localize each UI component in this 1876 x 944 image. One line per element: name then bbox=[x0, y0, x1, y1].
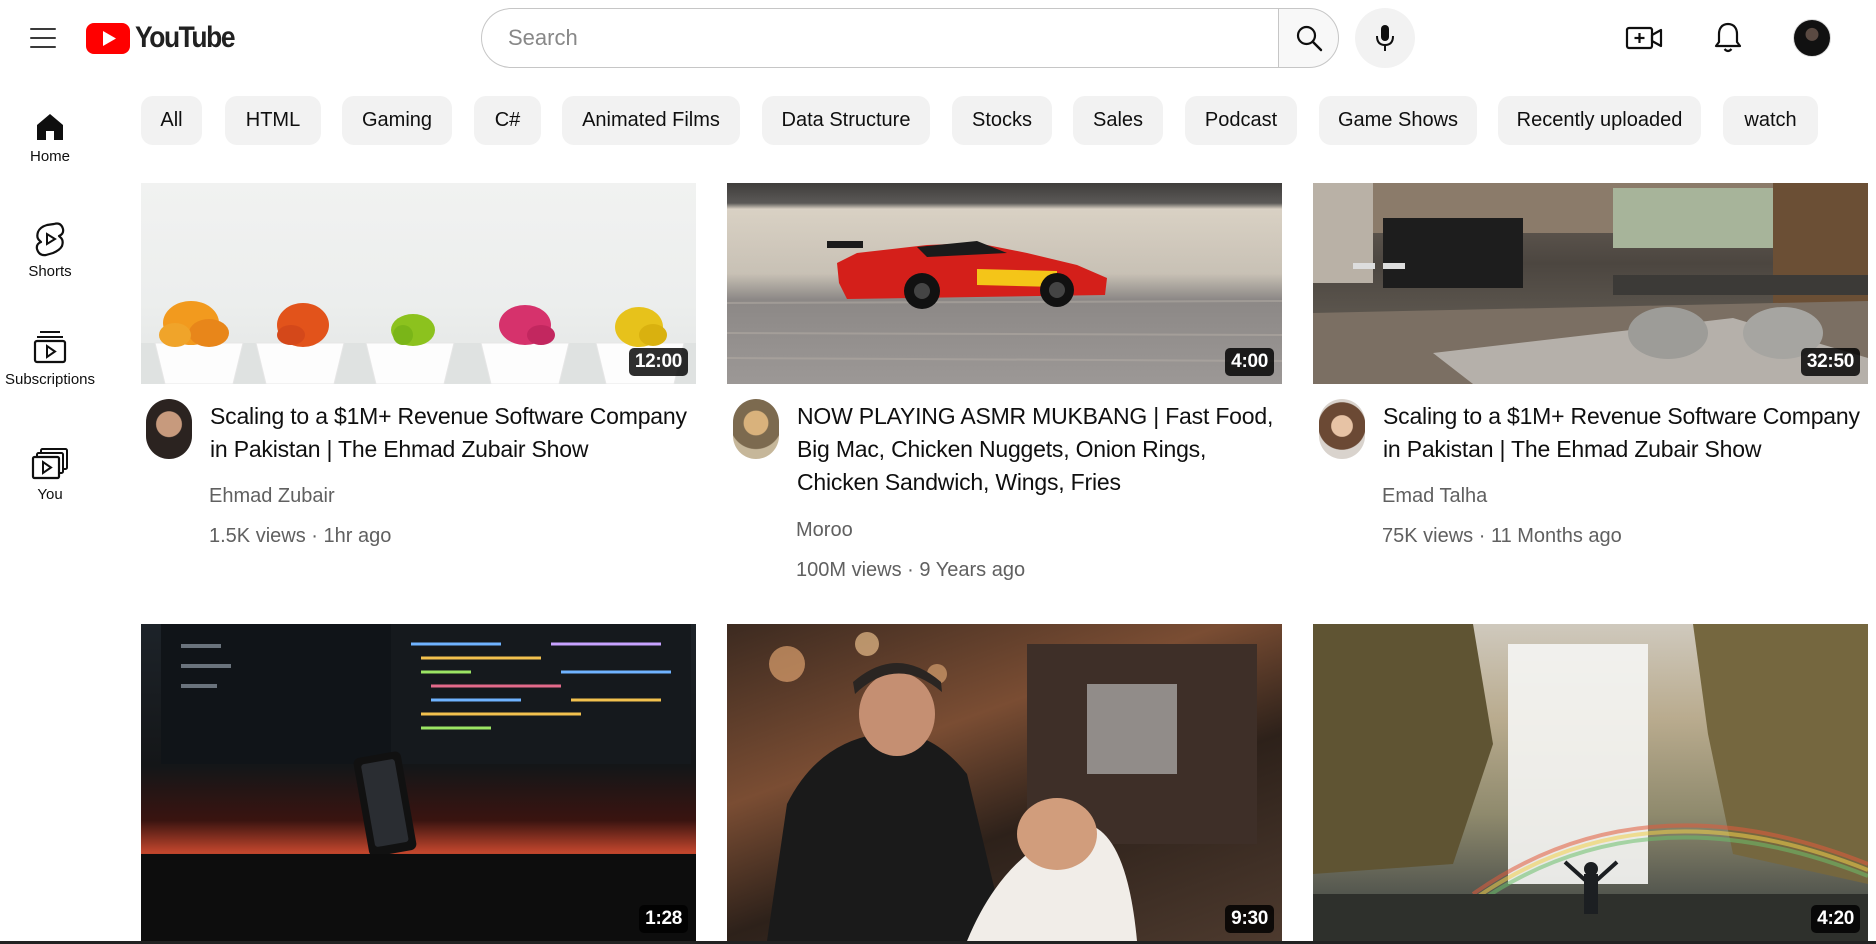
channel-avatar[interactable] bbox=[146, 399, 192, 459]
video-duration: 4:20 bbox=[1811, 905, 1860, 933]
video-title[interactable]: NOW PLAYING ASMR MUKBANG | Fast Food, Bi… bbox=[797, 400, 1292, 499]
chip-animated-films[interactable]: Animated Films bbox=[562, 96, 740, 145]
channel-avatar[interactable] bbox=[1319, 399, 1365, 459]
notifications-button[interactable] bbox=[1708, 16, 1748, 60]
bell-icon bbox=[1714, 22, 1742, 53]
sidebar-item-home[interactable]: Home bbox=[0, 112, 100, 165]
subscriptions-icon bbox=[33, 331, 67, 364]
video-metadata: 75K views · 11 Months ago bbox=[1382, 525, 1622, 548]
video-metadata: 1.5K views · 1hr ago bbox=[209, 525, 391, 548]
channel-name[interactable]: Moroo bbox=[796, 519, 853, 542]
waterfall-illustration bbox=[1313, 624, 1868, 941]
race-car-illustration bbox=[727, 241, 1282, 362]
channel-avatar[interactable] bbox=[733, 399, 779, 459]
video-title[interactable]: Scaling to a $1M+ Revenue Software Compa… bbox=[210, 400, 705, 466]
chip-data-structure[interactable]: Data Structure bbox=[762, 96, 930, 145]
sidebar-item-label: You bbox=[37, 486, 63, 503]
cactus-pots-illustration bbox=[141, 301, 696, 384]
video-title[interactable]: Scaling to a $1M+ Revenue Software Compa… bbox=[1383, 400, 1876, 466]
video-duration: 1:28 bbox=[639, 905, 688, 933]
search-button[interactable] bbox=[1278, 8, 1339, 68]
video-thumbnail[interactable]: 9:30 bbox=[727, 624, 1282, 941]
microphone-icon bbox=[1376, 25, 1394, 51]
sidebar-item-you[interactable]: You bbox=[0, 448, 100, 503]
view-count: 100M views bbox=[796, 559, 902, 581]
kitchen-interior-illustration bbox=[1313, 183, 1868, 384]
top-bar: YouTube bbox=[0, 0, 1876, 76]
search-icon bbox=[1296, 25, 1322, 52]
chip-recently-uploaded[interactable]: Recently uploaded bbox=[1498, 96, 1701, 145]
video-thumbnail[interactable]: 32:50 bbox=[1313, 183, 1868, 384]
logo-text: YouTube bbox=[135, 21, 236, 54]
voice-search-button[interactable] bbox=[1355, 8, 1415, 68]
chip-csharp[interactable]: C# bbox=[474, 96, 541, 145]
youtube-play-icon bbox=[86, 22, 130, 54]
channel-name[interactable]: Emad Talha bbox=[1382, 485, 1487, 508]
chip-watch[interactable]: watch bbox=[1723, 96, 1818, 145]
view-count: 1.5K views bbox=[209, 525, 306, 547]
chip-sales[interactable]: Sales bbox=[1073, 96, 1163, 145]
chip-stocks[interactable]: Stocks bbox=[952, 96, 1052, 145]
chip-podcast[interactable]: Podcast bbox=[1185, 96, 1297, 145]
chip-gaming[interactable]: Gaming bbox=[342, 96, 452, 145]
sidebar-item-label: Home bbox=[29, 148, 70, 165]
channel-name[interactable]: Ehmad Zubair bbox=[209, 485, 335, 508]
youtube-logo[interactable]: YouTube bbox=[86, 21, 248, 54]
video-thumbnail[interactable]: 1:28 bbox=[141, 624, 696, 941]
video-thumbnail[interactable]: 12:00 bbox=[141, 183, 696, 384]
video-camera-plus-icon bbox=[1625, 26, 1663, 50]
sidebar-item-subscriptions[interactable]: Subscriptions bbox=[0, 329, 100, 388]
meta-separator: · bbox=[907, 559, 914, 581]
video-duration: 9:30 bbox=[1225, 905, 1274, 933]
video-thumbnail[interactable]: 4:20 bbox=[1313, 624, 1868, 941]
meta-separator: · bbox=[1478, 525, 1486, 547]
chip-all[interactable]: All bbox=[141, 96, 202, 145]
sidebar-item-shorts[interactable]: Shorts bbox=[0, 221, 100, 280]
menu-icon[interactable] bbox=[24, 22, 60, 54]
upload-age: 11 Months ago bbox=[1490, 525, 1622, 547]
sidebar-item-label: Shorts bbox=[28, 263, 72, 280]
search-input[interactable] bbox=[481, 8, 1279, 68]
coding-setup-illustration bbox=[141, 624, 696, 941]
create-video-button[interactable] bbox=[1622, 18, 1666, 58]
home-icon bbox=[37, 114, 63, 140]
upload-age: 1hr ago bbox=[323, 525, 392, 547]
search-bar bbox=[481, 8, 1339, 68]
upload-age: 9 Years ago bbox=[919, 559, 1026, 581]
meta-separator: · bbox=[311, 525, 318, 547]
chip-game-shows[interactable]: Game Shows bbox=[1319, 96, 1477, 145]
video-metadata: 100M views · 9 Years ago bbox=[796, 559, 1025, 582]
video-thumbnail[interactable]: 4:00 bbox=[727, 183, 1282, 384]
shorts-icon bbox=[35, 222, 65, 257]
video-duration: 12:00 bbox=[628, 348, 688, 376]
barber-shop-illustration bbox=[767, 632, 1257, 941]
account-avatar[interactable] bbox=[1793, 19, 1831, 57]
chip-html[interactable]: HTML bbox=[225, 96, 321, 145]
video-duration: 32:50 bbox=[1800, 348, 1860, 376]
video-duration: 4:00 bbox=[1225, 348, 1274, 376]
view-count: 75K views bbox=[1382, 525, 1474, 547]
sidebar-item-label: Subscriptions bbox=[4, 371, 96, 388]
you-library-icon bbox=[31, 448, 68, 480]
